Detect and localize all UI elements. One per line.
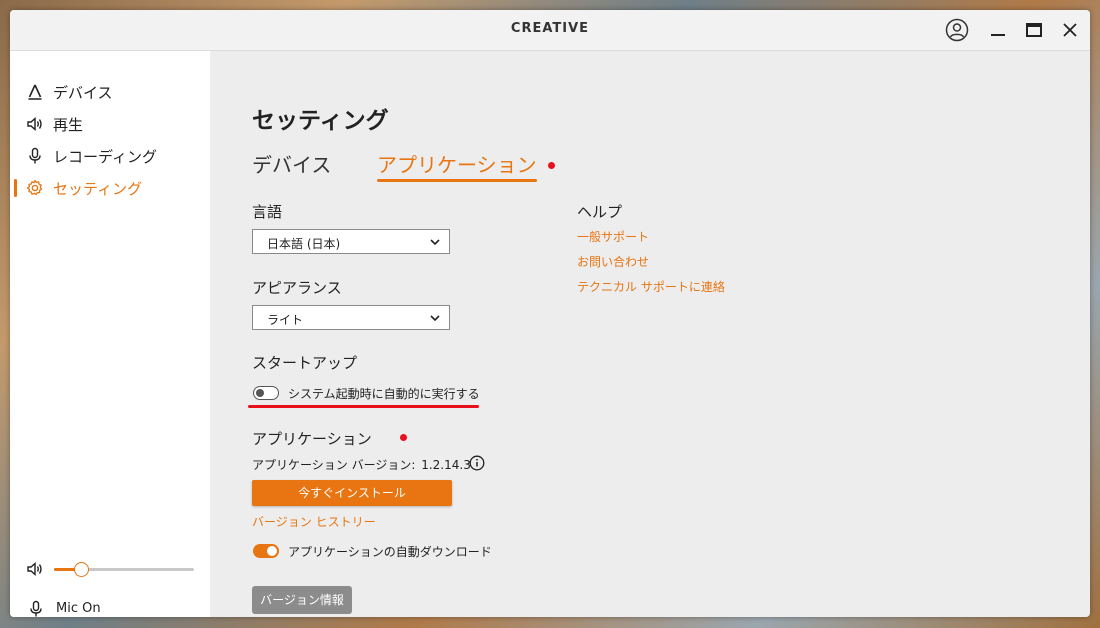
appearance-label: アピアランス [252, 279, 342, 297]
sidebar-item-recording[interactable]: レコーディング [10, 143, 210, 169]
language-select[interactable]: 日本語 (日本) [252, 229, 450, 254]
sidebar-item-label: デバイス [53, 84, 113, 102]
speaker-icon[interactable] [26, 560, 44, 578]
device-icon [26, 83, 44, 101]
sidebar-item-playback[interactable]: 再生 [10, 111, 210, 137]
auto-download-label: アプリケーションの自動ダウンロード [288, 545, 492, 559]
sidebar-item-settings[interactable]: セッティング [10, 175, 210, 201]
page-title: セッティング [252, 108, 389, 134]
volume-slider[interactable] [54, 562, 194, 577]
sidebar: デバイス 再生 レコーディング セッティング Mic On [10, 51, 210, 617]
chevron-down-icon [429, 236, 441, 248]
application-label: アプリケーション [252, 430, 372, 448]
about-button[interactable]: バージョン情報 [252, 586, 352, 614]
sidebar-item-device[interactable]: デバイス [10, 79, 210, 105]
active-indicator [14, 179, 17, 197]
language-select-value: 日本語 (日本) [267, 237, 341, 251]
startup-label: スタートアップ [252, 354, 358, 372]
appearance-select[interactable]: ライト [252, 305, 450, 330]
startup-toggle[interactable] [253, 386, 279, 400]
close-button[interactable] [1058, 18, 1082, 42]
toggle-knob [267, 546, 277, 556]
speaker-icon [26, 115, 44, 133]
version-label: アプリケーション バージョン: [252, 458, 416, 472]
version-history-link[interactable]: バージョン ヒストリー [252, 513, 376, 530]
microphone-icon [26, 147, 44, 165]
minimize-button[interactable] [986, 18, 1010, 42]
sidebar-item-label: 再生 [53, 116, 84, 134]
contact-link[interactable]: お問い合わせ [577, 253, 649, 270]
version-value: 1.2.14.3 [421, 458, 471, 472]
volume-control [10, 559, 210, 579]
gear-icon [26, 179, 44, 197]
sidebar-item-label: レコーディング [53, 148, 157, 166]
mic-status-label: Mic On [56, 601, 101, 616]
general-support-link[interactable]: 一般サポート [577, 228, 649, 245]
toggle-knob [256, 388, 264, 397]
startup-toggle-label: システム起動時に自動的に実行する [288, 387, 480, 401]
update-dot [400, 434, 407, 441]
active-tab-underline [377, 179, 537, 182]
title-bar: CREATIVE [10, 10, 1090, 51]
language-label: 言語 [252, 203, 283, 221]
help-title: ヘルプ [577, 203, 623, 221]
app-window: CREATIVE デバイス 再生 レコーディング セッティング Mic On セ… [10, 10, 1090, 617]
mic-status[interactable]: Mic On [10, 597, 210, 617]
auto-download-toggle[interactable] [253, 544, 279, 558]
info-icon[interactable] [469, 455, 485, 471]
version-text: アプリケーション バージョン: 1.2.14.3 [252, 456, 471, 473]
main-content: セッティング デバイス アプリケーション 言語 日本語 (日本) アピアランス … [210, 51, 1090, 617]
sidebar-item-label: セッティング [53, 180, 143, 198]
microphone-icon [27, 600, 45, 617]
appearance-select-value: ライト [267, 313, 304, 327]
account-icon[interactable] [945, 18, 969, 42]
update-dot [548, 162, 555, 169]
maximize-button[interactable] [1022, 18, 1046, 42]
tab-application[interactable]: アプリケーション [377, 149, 537, 178]
install-now-button[interactable]: 今すぐインストール [252, 480, 452, 506]
highlight-underline [248, 405, 479, 408]
volume-slider-thumb[interactable] [74, 562, 89, 577]
tab-device[interactable]: デバイス [252, 149, 331, 178]
chevron-down-icon [429, 312, 441, 324]
technical-support-link[interactable]: テクニカル サポートに連絡 [577, 278, 725, 295]
brand-logo: CREATIVE [510, 21, 590, 36]
